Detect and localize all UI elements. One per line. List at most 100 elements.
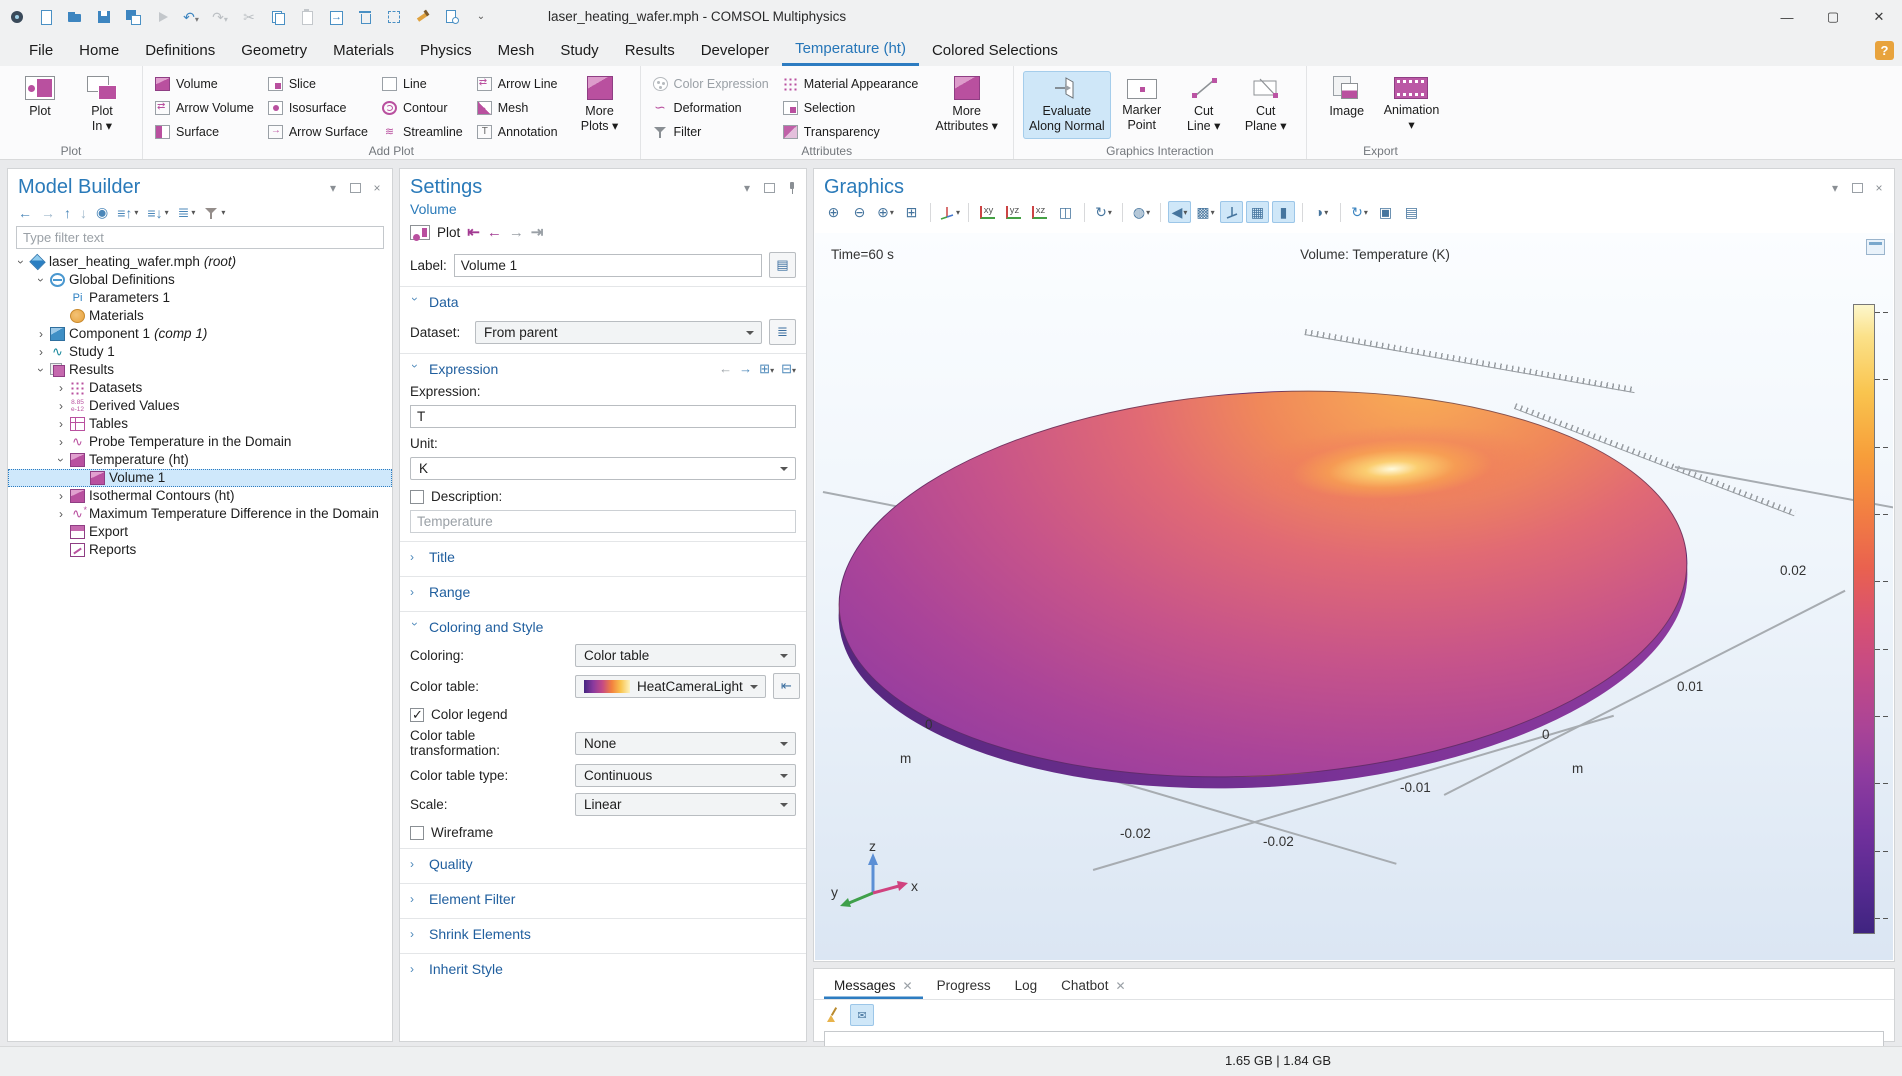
search-icon[interactable] (443, 8, 461, 26)
replace-expression-icon[interactable]: ⊞▾ (759, 361, 774, 377)
tab-developer[interactable]: Developer (688, 34, 782, 66)
expander-icon[interactable]: › (12, 255, 30, 269)
close-panel-icon[interactable]: × (370, 181, 384, 195)
go-to-source-button[interactable]: ≣ (769, 319, 796, 345)
previous-plot-icon[interactable]: ← (487, 224, 502, 241)
tab-home[interactable]: Home (66, 34, 132, 66)
tab-colored-selections[interactable]: Colored Selections (919, 34, 1071, 66)
volume-button[interactable]: Volume (152, 74, 257, 94)
panel-menu-icon[interactable]: ▾ (1828, 181, 1842, 195)
wireframe-checkbox[interactable] (410, 826, 424, 840)
mesh-button[interactable]: Mesh (474, 98, 561, 118)
tree-item-results[interactable]: › Results (8, 361, 392, 379)
color-table-select[interactable]: HeatCameraLight (575, 675, 766, 698)
show-grid-icon[interactable]: ▦ (1246, 201, 1269, 223)
coloring-select[interactable]: Color table (575, 644, 796, 667)
move-up-icon[interactable]: ↑ (64, 205, 71, 221)
tree-item-materials[interactable]: Materials (8, 307, 392, 325)
settings-plot-button[interactable]: Plot (437, 225, 460, 240)
description-checkbox[interactable] (410, 490, 424, 504)
material-brush-icon[interactable] (414, 8, 432, 26)
dataset-select[interactable]: From parent (475, 321, 762, 344)
filter-button[interactable]: Filter (650, 122, 772, 142)
expander-icon[interactable]: › (54, 415, 68, 433)
tree-item-derived-values[interactable]: ›8.85e-12 Derived Values (8, 397, 392, 415)
tree-filter-input[interactable] (16, 226, 384, 249)
show-axis-orientation-icon[interactable] (1220, 201, 1243, 223)
tab-definitions[interactable]: Definitions (132, 34, 228, 66)
expander-icon[interactable]: › (34, 343, 48, 361)
save-icon[interactable] (95, 8, 113, 26)
expand-all-icon[interactable]: ≡↑▾ (117, 205, 138, 221)
open-color-table-button[interactable]: ⇤ (773, 673, 800, 699)
delete-icon[interactable] (356, 8, 374, 26)
expander-icon[interactable]: › (54, 397, 68, 415)
arrow-line-button[interactable]: Arrow Line (474, 74, 561, 94)
first-plot-icon[interactable]: ⇤ (467, 223, 480, 241)
expander-icon[interactable]: › (54, 379, 68, 397)
close-button[interactable]: ✕ (1856, 0, 1902, 34)
tab-progress[interactable]: Progress (927, 978, 1001, 999)
tree-item-root[interactable]: › laser_heating_wafer.mph(root) (8, 253, 392, 271)
tab-materials[interactable]: Materials (320, 34, 407, 66)
tab-mesh[interactable]: Mesh (485, 34, 548, 66)
tree-item-study-1[interactable]: › Study 1 (8, 343, 392, 361)
snapshot-icon[interactable]: ▣ (1374, 201, 1397, 223)
selection-button[interactable]: Selection (780, 98, 922, 118)
more-plots-button[interactable]: More Plots ▾ (569, 71, 631, 139)
show-icon[interactable]: ◉ (96, 204, 108, 221)
open-file-icon[interactable] (66, 8, 84, 26)
marker-point-button[interactable]: Marker Point (1111, 71, 1173, 138)
more-attributes-button[interactable]: More Attributes ▾ (929, 71, 1004, 139)
plot-context-icon[interactable] (1866, 239, 1885, 255)
color-table-transformation-select[interactable]: None (575, 732, 796, 755)
image-button[interactable]: Image (1316, 71, 1378, 124)
maximize-button[interactable]: ▢ (1810, 0, 1856, 34)
expander-icon[interactable]: › (54, 433, 68, 451)
filter-tree-icon[interactable]: ▾ (204, 206, 225, 220)
copy-icon[interactable] (269, 8, 287, 26)
surface-button[interactable]: Surface (152, 122, 257, 142)
tree-item-isothermal-contours[interactable]: › Isothermal Contours (ht) (8, 487, 392, 505)
zoom-out-icon[interactable]: ⊖ (848, 201, 871, 223)
view-xz-icon[interactable]: xz (1028, 201, 1051, 223)
tree-item-parameters-1[interactable]: Parameters 1 (8, 289, 392, 307)
unit-select[interactable]: K (410, 457, 796, 480)
slice-button[interactable]: Slice (265, 74, 371, 94)
plot-in-button[interactable]: Plot In ▾ (71, 71, 133, 139)
close-tab-icon[interactable]: ✕ (1115, 979, 1125, 993)
scene-appearance-icon[interactable]: ◍▾ (1130, 201, 1153, 223)
tree-item-tables[interactable]: › Tables (8, 415, 392, 433)
close-tab-icon[interactable]: ✕ (903, 979, 913, 993)
tab-messages[interactable]: Messages✕ (824, 978, 923, 999)
transparency-button[interactable]: Transparency (780, 122, 922, 142)
label-options-button[interactable]: ▤ (769, 252, 796, 278)
tree-item-max-temp-difference[interactable]: › Maximum Temperature Difference in the … (8, 505, 392, 523)
section-shrink-elements[interactable]: › Shrink Elements (400, 918, 806, 948)
pin-panel-icon[interactable] (784, 181, 798, 195)
tree-item-volume-1[interactable]: Volume 1 (8, 469, 392, 487)
section-inherit-style[interactable]: › Inherit Style (400, 953, 806, 983)
section-range[interactable]: › Range (400, 576, 806, 606)
color-palette-icon[interactable]: ◑▾ (1310, 201, 1333, 223)
section-data[interactable]: › Data (400, 286, 806, 316)
section-quality[interactable]: › Quality (400, 848, 806, 878)
print-icon[interactable]: ▤ (1400, 201, 1423, 223)
tree-item-reports[interactable]: Reports (8, 541, 392, 559)
model-tree-node-text-icon[interactable]: ≣▾ (178, 204, 196, 221)
clear-messages-icon[interactable] (824, 1006, 842, 1024)
section-expression[interactable]: › Expression ← → ⊞▾ ⊟▾ (400, 353, 806, 383)
material-appearance-button[interactable]: Material Appearance (780, 74, 922, 94)
orthographic-projection-icon[interactable]: ◫ (1054, 201, 1077, 223)
save-as-icon[interactable] (124, 8, 142, 26)
expander-icon[interactable]: › (34, 325, 48, 343)
tab-geometry[interactable]: Geometry (228, 34, 320, 66)
scale-select[interactable]: Linear (575, 793, 796, 816)
insert-expression-icon[interactable]: ⊟▾ (781, 361, 796, 377)
cut-plane-button[interactable]: Cut Plane ▾ (1235, 71, 1297, 139)
tab-log[interactable]: Log (1005, 978, 1048, 999)
zoom-box-icon[interactable]: ⊕▾ (874, 201, 897, 223)
tab-study[interactable]: Study (547, 34, 611, 66)
float-panel-icon[interactable] (350, 183, 361, 193)
deformation-button[interactable]: Deformation (650, 98, 772, 118)
